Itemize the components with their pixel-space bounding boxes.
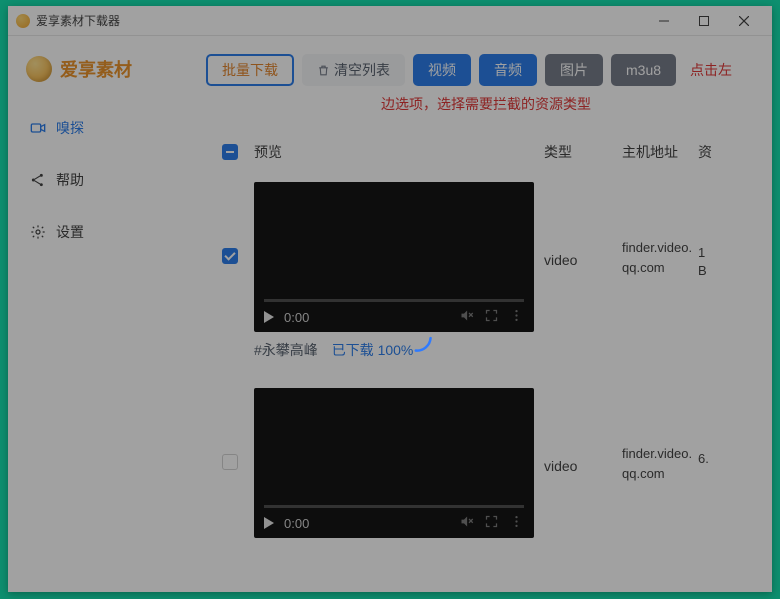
close-button[interactable] [724,6,764,36]
video-preview[interactable]: 0:00 [254,182,534,332]
select-all-checkbox[interactable] [222,144,238,160]
more-icon[interactable] [509,514,524,532]
video-camera-icon [30,120,46,136]
video-time: 0:00 [284,516,309,531]
nav-help[interactable]: 帮助 [20,158,176,202]
video-time: 0:00 [284,310,309,325]
mute-icon[interactable] [459,514,474,532]
row-checkbox[interactable] [222,454,238,470]
titlebar: 爱享素材下载器 [8,6,772,36]
brand-name: 爱享素材 [60,56,132,82]
batch-download-button[interactable]: 批量下载 [206,54,294,86]
filter-video-button[interactable]: 视频 [413,54,471,86]
host-cell: finder.video.qq.com [622,388,698,483]
fullscreen-icon[interactable] [484,308,499,326]
table-row: 0:00 #永攀高峰 已下载 100% [206,168,766,374]
window-title: 爱享素材下载器 [36,12,120,29]
nav-help-label: 帮助 [56,170,84,190]
nav-settings-label: 设置 [56,222,84,242]
video-progress[interactable] [264,299,524,302]
video-progress[interactable] [264,505,524,508]
row-checkbox[interactable] [222,248,238,264]
video-caption: #永攀高峰 [254,342,318,358]
nav-sniff-label: 嗅探 [56,118,84,138]
maximize-button[interactable] [684,6,724,36]
type-cell: video [544,182,622,268]
download-status: 已下载 100% [332,342,414,358]
col-type-header: 类型 [544,142,622,162]
table-rows: 0:00 #永攀高峰 已下载 100% [206,168,766,548]
sidebar: 爱享素材 嗅探 帮助 设置 [8,36,188,592]
minimize-button[interactable] [644,6,684,36]
more-icon[interactable] [509,308,524,326]
clear-list-button[interactable]: 清空列表 [302,54,405,86]
table-header: 预览 类型 主机地址 资 [206,136,766,168]
hint-text-right: 点击左 [690,60,732,80]
hint-text-below: 边选项，选择需要拦截的资源类型 [206,94,766,114]
mute-icon[interactable] [459,308,474,326]
filter-image-button[interactable]: 图片 [545,54,603,86]
type-cell: video [544,388,622,474]
size-cell: 1B [698,182,728,280]
video-preview[interactable]: 0:00 [254,388,534,538]
filter-m3u8-button[interactable]: m3u8 [611,54,676,86]
toolbar: 批量下载 清空列表 视频 音频 图片 m3u8 点击左 [206,54,766,86]
filter-audio-button[interactable]: 音频 [479,54,537,86]
col-preview-header: 预览 [254,142,544,162]
table-row: 0:00 video finder.video.qq.com [206,374,766,548]
brand-logo-icon [26,56,52,82]
brand: 爱享素材 [20,56,176,82]
col-size-header: 资 [698,142,728,162]
trash-icon [317,64,330,77]
col-host-header: 主机地址 [622,142,698,162]
gear-icon [30,224,46,240]
app-icon [16,14,30,28]
main-panel: 批量下载 清空列表 视频 音频 图片 m3u8 点击左 边选项，选择需要拦截的资… [188,36,772,592]
fullscreen-icon[interactable] [484,514,499,532]
nav-sniff[interactable]: 嗅探 [20,106,176,150]
play-icon[interactable] [264,517,274,529]
app-window: 爱享素材下载器 爱享素材 嗅探 [8,6,772,592]
play-icon[interactable] [264,311,274,323]
size-cell: 6. [698,388,728,468]
host-cell: finder.video.qq.com [622,182,698,277]
share-icon [30,172,46,188]
nav-settings[interactable]: 设置 [20,210,176,254]
